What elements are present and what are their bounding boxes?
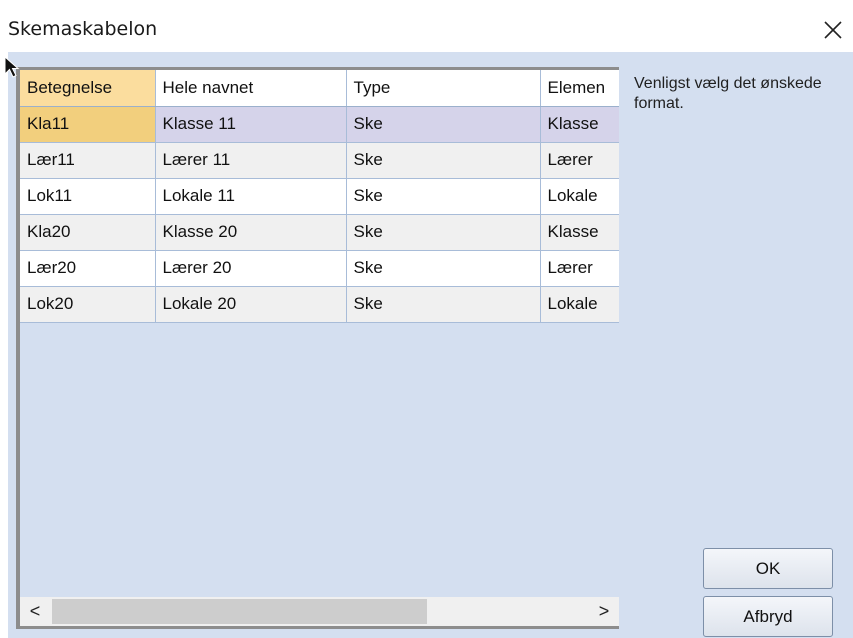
table-row[interactable]: Lær11 Lærer 11 Ske Lærer xyxy=(20,142,619,179)
table-row[interactable]: Lok20 Lokale 20 Ske Lokale xyxy=(20,286,619,323)
table-row[interactable]: Kla20 Klasse 20 Ske Klasse xyxy=(20,214,619,251)
table-cell[interactable]: Lær20 xyxy=(20,250,156,287)
table-cell[interactable]: Ske xyxy=(346,106,541,143)
table-cell[interactable]: Klasse 20 xyxy=(155,214,347,251)
ok-button[interactable]: OK xyxy=(703,548,833,589)
table-row[interactable]: Lær20 Lærer 20 Ske Lærer xyxy=(20,250,619,287)
scroll-right-button[interactable]: > xyxy=(589,597,619,626)
template-grid[interactable]: Betegnelse Hele navnet Type Elemen Kla11… xyxy=(20,70,619,626)
table-cell[interactable]: Lærer xyxy=(540,142,619,179)
table-cell[interactable]: Ske xyxy=(346,250,541,287)
cancel-button[interactable]: Afbryd xyxy=(703,596,833,637)
table-cell[interactable]: Ske xyxy=(346,286,541,323)
template-table: Betegnelse Hele navnet Type Elemen Kla11… xyxy=(20,70,619,323)
table-cell[interactable]: Klasse xyxy=(540,106,619,143)
scroll-left-button[interactable]: < xyxy=(20,597,50,626)
table-cell[interactable]: Lærer 20 xyxy=(155,250,347,287)
table-cell[interactable]: Ske xyxy=(346,214,541,251)
table-cell[interactable]: Klasse 11 xyxy=(155,106,347,143)
instruction-text: Venligst vælg det ønskede format. xyxy=(634,75,822,112)
table-cell[interactable]: Lokale 11 xyxy=(155,178,347,215)
table-cell[interactable]: Lærer 11 xyxy=(155,142,347,179)
table-cell[interactable]: Lærer xyxy=(540,250,619,287)
title-bar: Skemaskabelon xyxy=(0,0,853,52)
table-cell[interactable]: Klasse xyxy=(540,214,619,251)
scrollbar-thumb[interactable] xyxy=(52,599,427,624)
column-header-element[interactable]: Elemen xyxy=(540,70,619,107)
table-cell[interactable]: Kla20 xyxy=(20,214,156,251)
table-cell[interactable]: Kla11 xyxy=(20,106,156,143)
column-header-betegnelse[interactable]: Betegnelse xyxy=(20,70,156,107)
table-cell[interactable]: Ske xyxy=(346,142,541,179)
table-cell[interactable]: Lok20 xyxy=(20,286,156,323)
table-cell[interactable]: Lok11 xyxy=(20,178,156,215)
table-cell[interactable]: Lokale xyxy=(540,178,619,215)
cursor-arrow-icon xyxy=(4,56,20,78)
table-row[interactable]: Lok11 Lokale 11 Ske Lokale xyxy=(20,178,619,215)
table-cell[interactable]: Lær11 xyxy=(20,142,156,179)
table-header-row: Betegnelse Hele navnet Type Elemen xyxy=(20,70,619,107)
table-row[interactable]: Kla11 Klasse 11 Ske Klasse xyxy=(20,106,619,143)
table-cell[interactable]: Lokale 20 xyxy=(155,286,347,323)
table-cell[interactable]: Ske xyxy=(346,178,541,215)
column-header-type[interactable]: Type xyxy=(346,70,541,107)
window-title: Skemaskabelon xyxy=(8,18,158,40)
close-icon[interactable] xyxy=(818,14,848,44)
column-header-hele-navnet[interactable]: Hele navnet xyxy=(155,70,347,107)
table-cell[interactable]: Lokale xyxy=(540,286,619,323)
horizontal-scrollbar[interactable]: < > xyxy=(20,597,619,626)
